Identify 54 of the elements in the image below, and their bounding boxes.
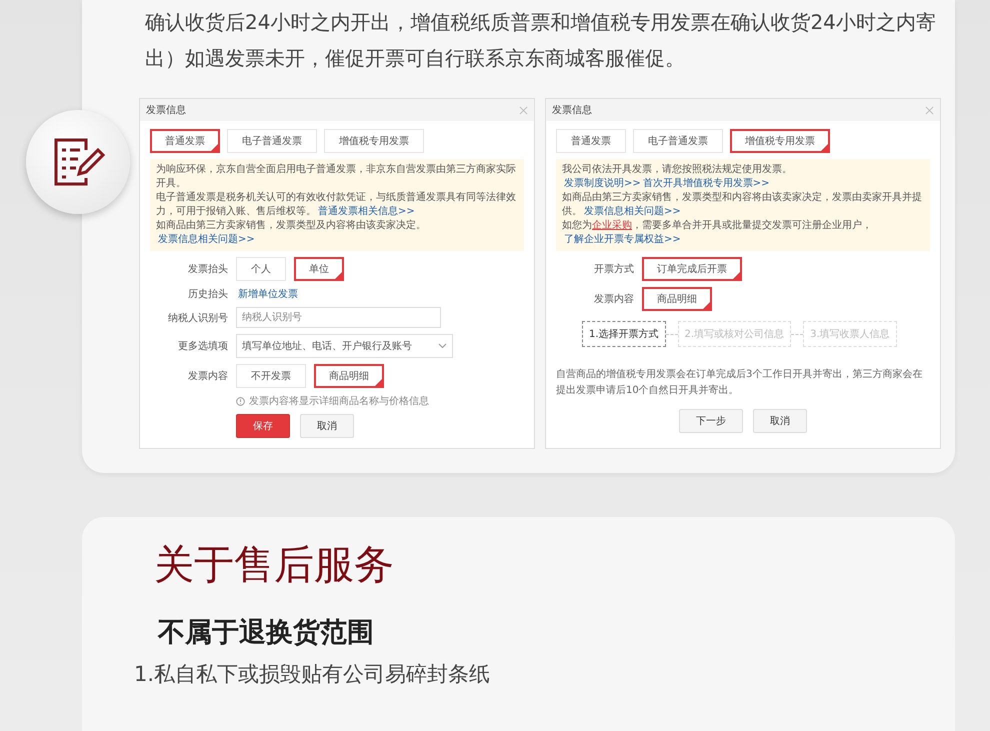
note-text: 自营商品的增值税专用发票会在订单完成后3个工作日开具并寄出，第三方商家会在提出发票申请后10个自然日开具并寄出。: [556, 368, 924, 398]
option-button[interactable]: 商品明细: [314, 364, 384, 388]
notice-text: 如您为企业采购，需要多单合并开具或批量提交发票可注册企业用户， 了解企业开票专属权益>>: [562, 219, 873, 247]
invoice-type-tab[interactable]: 普通发票: [556, 129, 626, 153]
chevron-down-icon: [438, 343, 447, 349]
close-icon[interactable]: [519, 106, 528, 114]
invoice-type-tab[interactable]: 增值税专用发票: [730, 129, 830, 153]
notice-text: 如商品由第三方卖家销售，发票类型及内容将由该卖家决定。 发票信息相关问题>>: [156, 219, 427, 247]
field-label: 更多选填项: [177, 340, 228, 353]
dialog-button[interactable]: 取消: [300, 414, 354, 438]
field-label: 发票抬头: [187, 262, 228, 276]
invoice-type-tab[interactable]: 普通发票: [150, 129, 220, 153]
notice-text: 我公司依法开具发票，请您按照税法规定使用发票。: [562, 163, 793, 177]
close-icon[interactable]: [925, 106, 934, 114]
notice-text: 为响应环保，京东自营全面启用电子普通发票，非京东自营发票由第三方商家实际开具。: [156, 163, 517, 191]
step-indicator: 2.填写或核对公司信息: [678, 321, 792, 347]
info-icon: [236, 396, 245, 406]
option-button[interactable]: 商品明细: [642, 287, 712, 311]
notice-link[interactable]: 发票信息相关问题>>: [158, 234, 255, 245]
tax-id-field[interactable]: 纳税人识别号: [236, 307, 441, 328]
section-title: 关于售后服务: [154, 541, 395, 590]
notice-link[interactable]: 企业采购: [592, 220, 632, 231]
notice-text: 如商品由第三方卖家销售，发票类型和内容将由该卖家决定，发票由卖家开具并提供。 发票信息相关问题>>: [562, 191, 923, 219]
notice-link[interactable]: 首次开具增值税专用发票>>: [642, 178, 770, 189]
hint-text: 发票内容将显示详细商品名称与价格信息: [249, 394, 429, 408]
option-button[interactable]: 不开发票: [236, 364, 306, 388]
invoice-type-tab[interactable]: 电子普通发票: [633, 129, 723, 153]
step-indicator: 3.填写收票人信息: [803, 321, 897, 347]
intro-paragraph: 确认收货后24小时之内开出，增值税纸质普票和增值税专用发票在确认收货24小时之内寄出）如遇发票未开，催促开票可自行联系京东商城客服催促。: [145, 9, 937, 72]
option-button[interactable]: 单位: [294, 257, 344, 281]
option-button[interactable]: 个人: [236, 257, 286, 281]
notice-link[interactable]: 发票制度说明>>: [564, 178, 641, 189]
optional-info-dropdown[interactable]: 填写单位地址、电话、开户银行及账号: [236, 334, 453, 358]
dialog-button[interactable]: 取消: [753, 409, 807, 433]
option-button[interactable]: 订单完成后开票: [642, 257, 742, 281]
section-subtitle: 不属于退换货范围: [158, 616, 375, 650]
notice-link[interactable]: 普通发票相关信息>>: [318, 206, 415, 217]
list-item: 1.私自私下或损毁贴有公司易碎封条纸: [134, 661, 492, 688]
field-label: 发票内容: [187, 370, 228, 383]
field-label: 开票方式: [593, 262, 634, 276]
dialog-title: 发票信息: [146, 104, 186, 117]
field-label: 历史抬头: [187, 288, 228, 301]
dialog-button[interactable]: 下一步: [679, 409, 743, 433]
dialog-button[interactable]: 保存: [236, 414, 290, 438]
field-label: 发票内容: [593, 292, 634, 306]
notice-link[interactable]: 了解企业开票专属权益>>: [564, 234, 681, 245]
field-label: 纳税人识别号: [167, 312, 228, 324]
step-indicator: 1.选择开票方式: [582, 321, 666, 347]
invoice-type-tab[interactable]: 电子普通发票: [227, 129, 317, 153]
notice-link[interactable]: 发票信息相关问题>>: [584, 206, 681, 217]
add-invoice-link[interactable]: 新增单位发票: [238, 287, 298, 301]
invoice-type-tab[interactable]: 增值税专用发票: [324, 129, 424, 153]
notice-text: 电子普通发票是税务机关认可的有效收付款凭证，与纸质普通发票具有同等法律效力，可用于报销入账、售后维权等。 普通发票相关信息>>: [156, 191, 517, 219]
dialog-title: 发票信息: [552, 104, 592, 117]
